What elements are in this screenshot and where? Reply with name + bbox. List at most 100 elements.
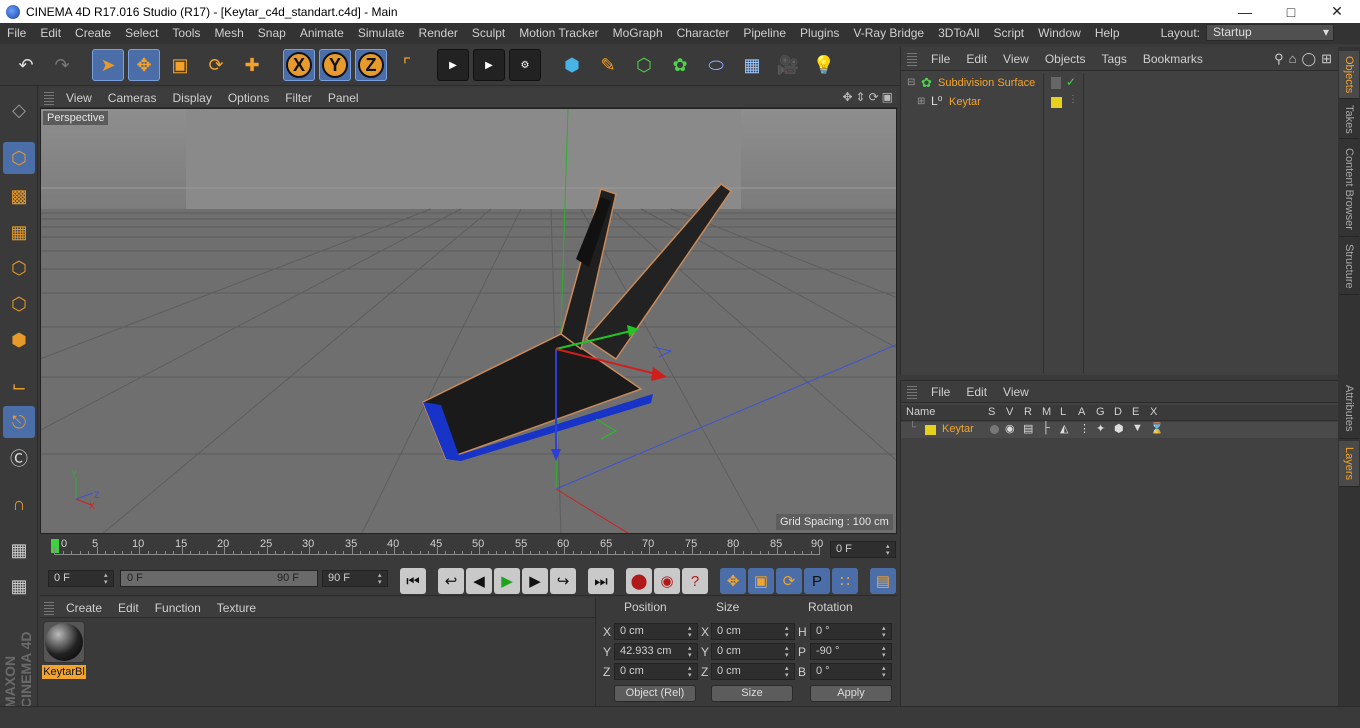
panel-grip-icon[interactable] bbox=[907, 51, 917, 66]
texture-mode-icon[interactable]: ▩ bbox=[3, 180, 35, 212]
parameter-key-icon[interactable]: P bbox=[804, 568, 830, 594]
tweak-mode-icon[interactable]: ⎋ bbox=[3, 406, 35, 438]
go-to-end-icon[interactable]: ⏭ bbox=[588, 568, 614, 594]
floor-scene-icon[interactable]: ▦ bbox=[736, 49, 768, 81]
obj-menu-edit[interactable]: Edit bbox=[958, 52, 995, 66]
material-thumbnail[interactable] bbox=[43, 621, 85, 663]
position-z-field[interactable]: 0 cm bbox=[614, 663, 698, 680]
previous-frame-icon[interactable]: ◀ bbox=[466, 568, 492, 594]
menu-create[interactable]: Create bbox=[68, 23, 118, 44]
edges-mode-icon[interactable]: ⬡ bbox=[3, 288, 35, 320]
object-row-subdivision[interactable]: ⊟ ✿ Subdivision Surface ✓ bbox=[905, 75, 1339, 93]
pan-icon[interactable]: ✥ bbox=[842, 90, 852, 104]
edit-render-settings-icon[interactable]: ⚙ bbox=[509, 49, 541, 81]
vp-menu-cameras[interactable]: Cameras bbox=[100, 91, 165, 105]
expand-icon[interactable]: ⊟ bbox=[907, 77, 915, 88]
panel-grip-icon[interactable] bbox=[44, 600, 54, 615]
col-expressions[interactable]: E bbox=[1132, 406, 1139, 418]
render-view-icon[interactable]: ▶ bbox=[437, 49, 469, 81]
toggle-views-icon[interactable]: ▣ bbox=[882, 90, 893, 104]
generator-icon[interactable]: ✦ bbox=[1096, 422, 1105, 435]
vp-menu-view[interactable]: View bbox=[58, 91, 100, 105]
end-frame-field[interactable]: 90 F bbox=[322, 570, 388, 587]
previous-key-icon[interactable]: ↩ bbox=[438, 568, 464, 594]
size-x-field[interactable]: 0 cm bbox=[711, 623, 795, 640]
object-row-keytar[interactable]: ⊞ L⁰ Keytar ⋮ bbox=[905, 94, 1339, 112]
live-selection-icon[interactable]: ➤ bbox=[92, 49, 124, 81]
expand-icon[interactable]: ⊞ bbox=[917, 96, 925, 107]
minimize-icon[interactable]: — bbox=[1222, 0, 1268, 23]
menu-simulate[interactable]: Simulate bbox=[351, 23, 412, 44]
preview-range-slider[interactable]: 0 F 90 F bbox=[120, 570, 318, 587]
col-locked[interactable]: L bbox=[1060, 406, 1066, 418]
col-view[interactable]: V bbox=[1006, 406, 1013, 418]
rotation-b-field[interactable]: 0 ° bbox=[810, 663, 892, 680]
layer-menu-view[interactable]: View bbox=[995, 385, 1037, 399]
menu-animate[interactable]: Animate bbox=[293, 23, 351, 44]
manager-icon[interactable]: ├ bbox=[1042, 422, 1050, 434]
axis-mode-icon[interactable]: ⌙ bbox=[3, 370, 35, 402]
apply-button[interactable]: Apply bbox=[810, 685, 892, 702]
menu-mograph[interactable]: MoGraph bbox=[606, 23, 670, 44]
render-icon[interactable]: ▤ bbox=[1023, 422, 1033, 435]
lock-icon[interactable]: ◭ bbox=[1060, 422, 1068, 435]
record-active-objects-icon[interactable]: ⬤ bbox=[626, 568, 652, 594]
timeline-playhead[interactable] bbox=[51, 539, 59, 553]
position-y-field[interactable]: 42.933 cm bbox=[614, 643, 698, 660]
workplane-lock-icon[interactable]: ▦ bbox=[3, 534, 35, 566]
menu-tools[interactable]: Tools bbox=[165, 23, 207, 44]
cube-primitive-icon[interactable]: ⬢ bbox=[556, 49, 588, 81]
vp-menu-options[interactable]: Options bbox=[220, 91, 277, 105]
rotation-p-field[interactable]: -90 ° bbox=[810, 643, 892, 660]
coordinate-system-icon[interactable]: ⌜ bbox=[391, 49, 423, 81]
subdivision-surface-icon[interactable]: ⬡ bbox=[628, 49, 660, 81]
home-icon[interactable]: ⌂ bbox=[1289, 51, 1297, 67]
material-name[interactable]: KeytarBl bbox=[42, 665, 86, 679]
obj-menu-file[interactable]: File bbox=[923, 52, 958, 66]
pen-spline-icon[interactable]: ✎ bbox=[592, 49, 624, 81]
menu-character[interactable]: Character bbox=[670, 23, 737, 44]
timeline-window-icon[interactable]: ▤ bbox=[870, 568, 896, 594]
dolly-icon[interactable]: ⇕ bbox=[856, 90, 866, 104]
deformer-icon[interactable]: ⬭ bbox=[700, 49, 732, 81]
keyframe-selection-icon[interactable]: ? bbox=[682, 568, 708, 594]
layer-menu-file[interactable]: File bbox=[923, 385, 958, 399]
menu-edit[interactable]: Edit bbox=[33, 23, 68, 44]
menu-motion-tracker[interactable]: Motion Tracker bbox=[512, 23, 605, 44]
col-solo[interactable]: S bbox=[988, 406, 995, 418]
view-eye-icon[interactable]: ◉ bbox=[1005, 422, 1015, 435]
panel-grip-icon[interactable] bbox=[907, 384, 917, 399]
layer-color-swatch[interactable] bbox=[1051, 97, 1062, 108]
tab-objects[interactable]: Objects bbox=[1339, 51, 1359, 99]
menu-file[interactable]: File bbox=[0, 23, 33, 44]
position-x-field[interactable]: 0 cm bbox=[614, 623, 698, 640]
menu-vray-bridge[interactable]: V-Ray Bridge bbox=[846, 23, 931, 44]
obj-menu-bookmarks[interactable]: Bookmarks bbox=[1135, 52, 1211, 66]
snap-icon[interactable]: Ⓒ bbox=[3, 442, 35, 474]
panel-grip-icon[interactable] bbox=[44, 90, 54, 105]
deformer-icon[interactable]: ⬢ bbox=[1114, 422, 1124, 435]
menu-snap[interactable]: Snap bbox=[251, 23, 293, 44]
layer-name[interactable]: Keytar bbox=[942, 423, 974, 435]
size-z-field[interactable]: 0 cm bbox=[711, 663, 795, 680]
tab-layers[interactable]: Layers bbox=[1339, 441, 1359, 487]
light-icon[interactable]: 💡 bbox=[808, 49, 840, 81]
rotation-h-field[interactable]: 0 ° bbox=[810, 623, 892, 640]
position-key-icon[interactable]: ✥ bbox=[720, 568, 746, 594]
menu-pipeline[interactable]: Pipeline bbox=[736, 23, 793, 44]
menu-help[interactable]: Help bbox=[1088, 23, 1127, 44]
next-key-icon[interactable]: ↪ bbox=[550, 568, 576, 594]
timeline-ruler[interactable]: 0 5 10 15 20 25 30 35 40 45 50 55 60 65 … bbox=[40, 536, 897, 566]
expression-icon[interactable]: ▼ bbox=[1132, 422, 1143, 434]
visibility-dots-icon[interactable]: ⋮ bbox=[1068, 94, 1078, 105]
current-frame-field[interactable]: 0 F bbox=[830, 541, 896, 558]
new-window-icon[interactable]: ⊞ bbox=[1321, 51, 1332, 67]
layer-menu-edit[interactable]: Edit bbox=[958, 385, 995, 399]
recent-tools-icon[interactable]: ✚ bbox=[236, 49, 268, 81]
layer-row-keytar[interactable]: └ Keytar ◉ ▤ ├ ◭ ⋮ ✦ ⬢ ▼ ⌛ bbox=[901, 422, 1338, 438]
coordinate-mode-dropdown[interactable]: Object (Rel) bbox=[614, 685, 696, 702]
menu-plugins[interactable]: Plugins bbox=[793, 23, 846, 44]
col-render[interactable]: R bbox=[1024, 406, 1032, 418]
play-forward-icon[interactable]: ▶ bbox=[494, 568, 520, 594]
tab-structure[interactable]: Structure bbox=[1339, 239, 1359, 295]
